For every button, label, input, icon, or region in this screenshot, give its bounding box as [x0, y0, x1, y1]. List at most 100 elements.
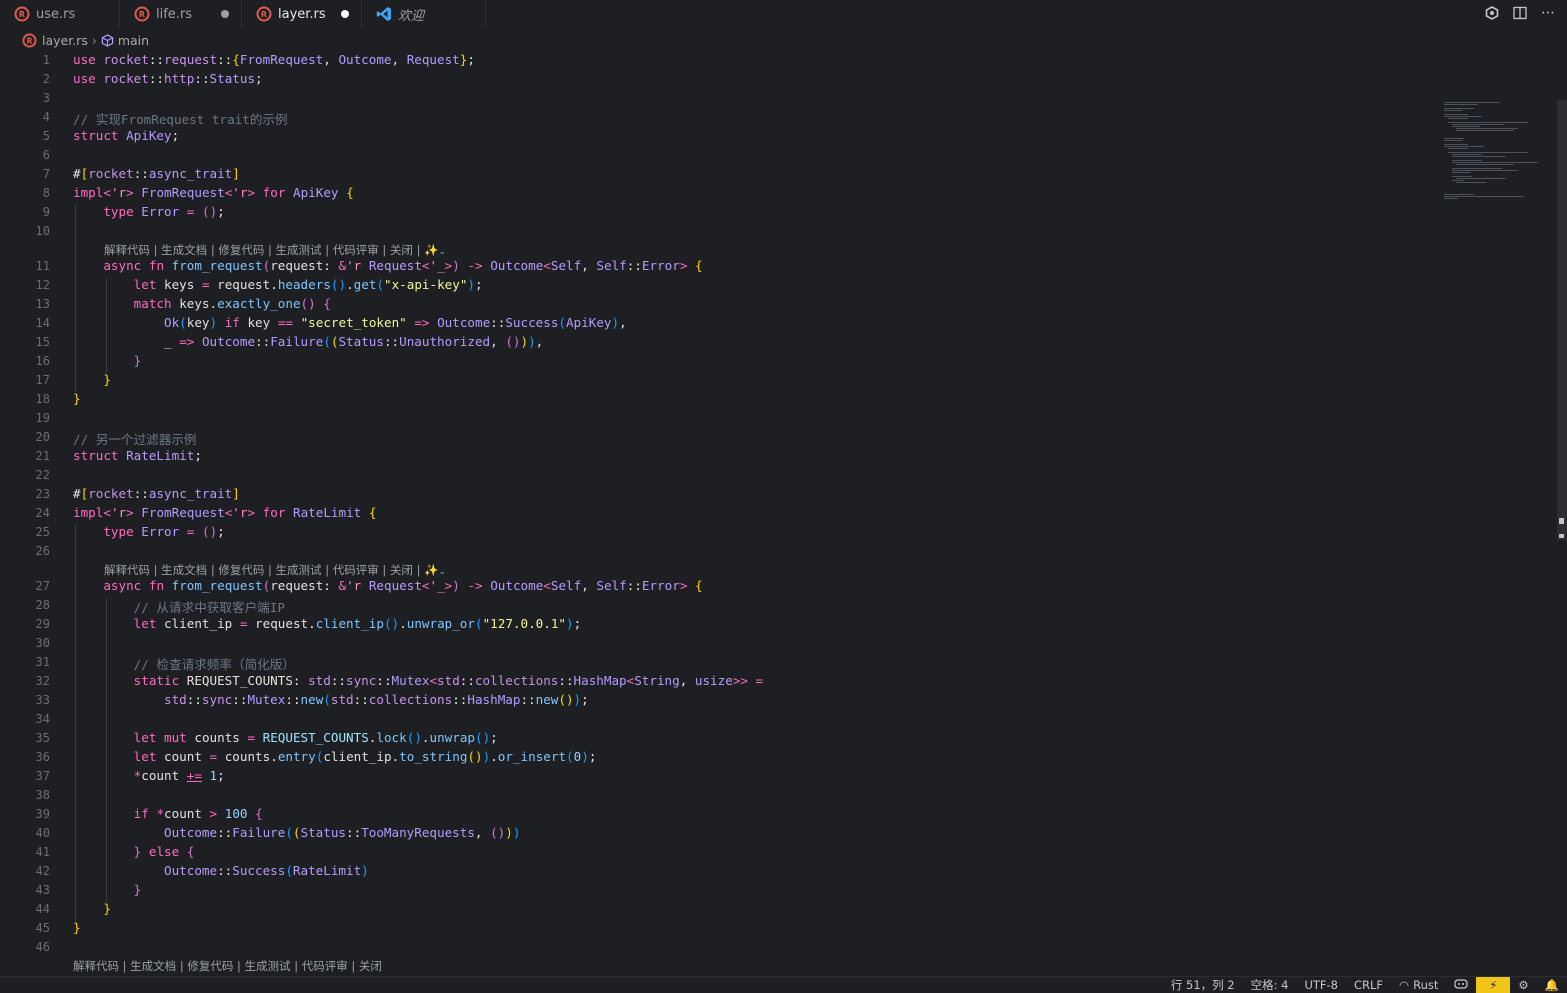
line-number: 17	[35, 373, 50, 387]
tab-label: use.rs	[36, 6, 76, 22]
code-line-31: // 检查请求频率（简化版）	[133, 657, 295, 672]
chevron-right-icon: ›	[91, 32, 97, 48]
breadcrumb-file[interactable]: R layer.rs	[22, 33, 88, 48]
copilot-icon	[1454, 978, 1469, 993]
line-number: 5	[42, 129, 50, 143]
line-number: 23	[35, 487, 50, 501]
tab-life-rs[interactable]: R life.rs	[120, 0, 242, 28]
status-bar: 行 51，列 2 空格: 4 UTF-8 CRLF ◠ Rust ⚡ ⚙ 🔔	[0, 976, 1567, 993]
line-number: 45	[35, 921, 50, 935]
line-number: 31	[35, 655, 50, 669]
line-number: 26	[35, 544, 50, 558]
code-line-16: }	[133, 353, 142, 368]
line-number: 39	[35, 807, 50, 821]
code-line-20: // 另一个过滤器示例	[73, 432, 197, 447]
tab-label: life.rs	[156, 6, 193, 22]
line-number: 42	[35, 864, 50, 878]
breadcrumb-symbol-label: main	[117, 32, 150, 48]
line-number: 25	[35, 525, 50, 539]
line-number: 41	[35, 845, 50, 859]
vertical-scrollbar[interactable]	[1557, 100, 1567, 540]
line-number: 13	[35, 297, 50, 311]
sparkle-icon[interactable]: ✨	[424, 243, 438, 257]
minimap[interactable]	[1440, 100, 1555, 210]
chevron-down-icon[interactable]: ⌄	[438, 567, 446, 577]
tab-welcome[interactable]: 欢迎	[362, 0, 486, 28]
code-line-27: async fn from_request(request: &'r Reque…	[103, 578, 703, 593]
line-number: 33	[35, 693, 50, 707]
line-number: 16	[35, 354, 50, 368]
rust-icon: R	[22, 32, 37, 48]
gear-icon: ⚙	[1518, 978, 1529, 992]
line-number: 4	[42, 110, 50, 124]
line-number: 40	[35, 826, 50, 840]
split-editor-icon[interactable]	[1511, 4, 1529, 22]
codelens-actions[interactable]: 解释代码 | 生成文档 | 修复代码 | 生成测试 | 代码评审 | 关闭	[73, 958, 382, 974]
code-line-9: type Error = ();	[103, 204, 225, 219]
line-number: 6	[42, 148, 50, 162]
line-number: 35	[35, 731, 50, 745]
code-line-8: impl<'r> FromRequest<'r> for ApiKey {	[73, 185, 354, 200]
line-number: 20	[35, 430, 50, 444]
editor-actions: ⋯	[1483, 4, 1557, 22]
codelens-text: 解释代码 | 生成文档 | 修复代码 | 生成测试 | 代码评审 | 关闭 |	[104, 243, 425, 257]
rust-icon: R	[134, 6, 150, 22]
svg-text:R: R	[139, 10, 145, 19]
extension-status[interactable]: ⚙	[1510, 977, 1536, 993]
line-number: 18	[35, 392, 50, 406]
code-line-5: struct ApiKey;	[73, 128, 180, 143]
line-number: 22	[35, 468, 50, 482]
line-number: 38	[35, 788, 50, 802]
code-line-21: struct RateLimit;	[73, 448, 202, 463]
sync-icon: ◠	[1399, 978, 1410, 992]
svg-text:R: R	[261, 10, 267, 19]
code-line-12: let keys = request.headers().get("x-api-…	[133, 277, 483, 292]
more-actions-icon[interactable]: ⋯	[1539, 4, 1557, 22]
code-line-18: }	[73, 391, 81, 406]
line-number: 28	[35, 598, 50, 612]
line-number: 32	[35, 674, 50, 688]
tab-layer-rs[interactable]: R layer.rs	[242, 0, 362, 28]
tab-bar: R use.rs R life.rs R layer.rs 欢迎 ⋯	[0, 0, 1567, 28]
breadcrumb-symbol[interactable]: main	[101, 33, 149, 48]
code-line-43: }	[133, 882, 142, 897]
copilot-status[interactable]	[1446, 977, 1476, 993]
warning-status[interactable]: ⚡	[1476, 976, 1511, 993]
code-line-39: if *count > 100 {	[133, 806, 263, 821]
cursor-position[interactable]: 行 51，列 2	[1163, 977, 1243, 993]
indentation[interactable]: 空格: 4	[1243, 977, 1297, 993]
code-line-35: let mut counts = REQUEST_COUNTS.lock().u…	[133, 730, 498, 745]
sparkle-icon[interactable]: ✨	[424, 563, 438, 577]
line-number: 21	[35, 449, 50, 463]
encoding[interactable]: UTF-8	[1296, 977, 1346, 993]
chevron-down-icon[interactable]: ⌄	[438, 247, 446, 257]
line-number: 10	[35, 224, 50, 238]
breadcrumb-file-label: layer.rs	[42, 32, 88, 48]
code-line-42: Outcome::Success(RateLimit)	[164, 863, 369, 878]
lightning-icon: ⚡	[1489, 978, 1498, 992]
codelens-actions[interactable]: 解释代码 | 生成文档 | 修复代码 | 生成测试 | 代码评审 | 关闭 | …	[104, 242, 446, 258]
line-number: 19	[35, 411, 50, 425]
code-line-37: *count += 1;	[133, 768, 225, 783]
code-line-41: } else {	[133, 844, 195, 859]
line-number: 8	[42, 186, 50, 200]
unsaved-dot-icon[interactable]	[341, 10, 349, 18]
line-number: 43	[35, 883, 50, 897]
code-line-1: use rocket::request::{FromRequest, Outco…	[73, 52, 475, 67]
code-editor[interactable]: 1 2 3 4 5 6 7 8 9 10 11 12 13 14 15 16 1…	[0, 50, 1567, 976]
code-line-17: }	[103, 372, 111, 387]
unsaved-dot-icon[interactable]	[221, 10, 229, 18]
line-number: 14	[35, 316, 50, 330]
tab-use-rs[interactable]: R use.rs	[0, 0, 120, 28]
end-of-line[interactable]: CRLF	[1346, 977, 1391, 993]
notifications[interactable]: 🔔	[1537, 977, 1567, 993]
line-number: 15	[35, 335, 50, 349]
code-line-40: Outcome::Failure((Status::TooManyRequest…	[164, 825, 521, 840]
code-line-45: }	[73, 920, 81, 935]
line-number: 37	[35, 769, 50, 783]
rust-icon: R	[256, 6, 272, 22]
codelens-actions[interactable]: 解释代码 | 生成文档 | 修复代码 | 生成测试 | 代码评审 | 关闭 | …	[104, 562, 446, 578]
copilot-icon[interactable]	[1483, 4, 1501, 22]
language-mode[interactable]: ◠ Rust	[1391, 977, 1446, 993]
rust-icon: R	[14, 6, 30, 22]
